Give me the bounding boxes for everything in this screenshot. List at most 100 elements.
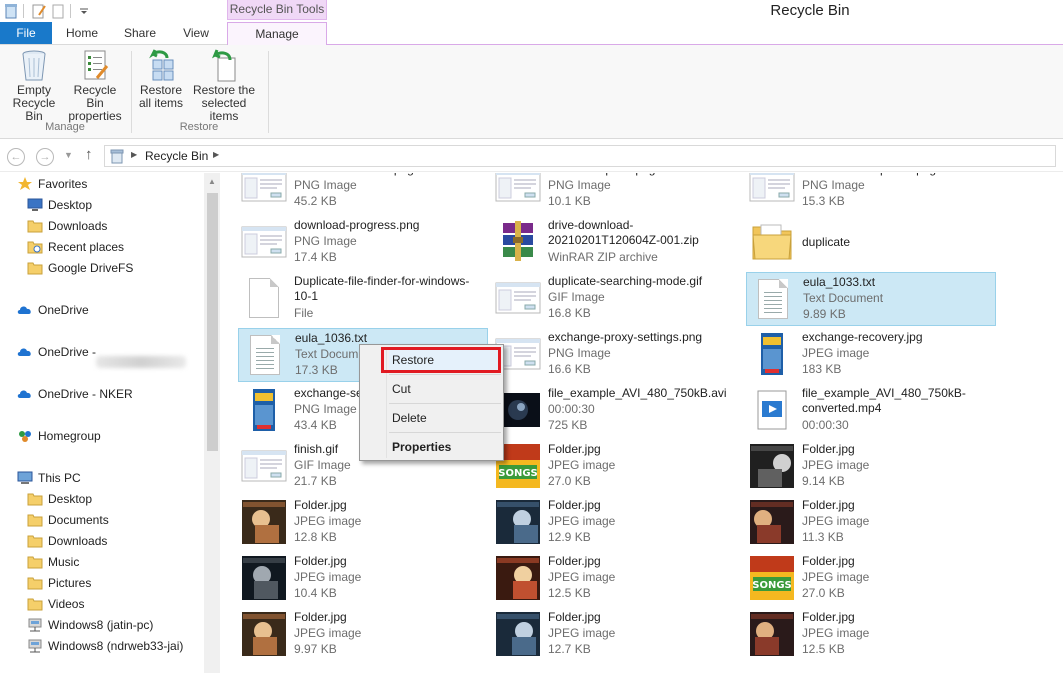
- file-item[interactable]: drive-download-20210201T120604Z-001.zip W…: [492, 216, 742, 270]
- nav-item-label: Pictures: [48, 576, 92, 590]
- file-thumbnail-screenshot-icon: [749, 173, 795, 209]
- restore-selected-items-button[interactable]: Restore the selected items: [186, 48, 262, 123]
- nav-item-downloads[interactable]: Downloads: [0, 531, 204, 551]
- file-item[interactable]: download-progress.png PNG Image 17.4 KB: [238, 216, 488, 270]
- scrollbar-thumb[interactable]: [207, 193, 218, 451]
- nav-item-documents[interactable]: Documents: [0, 510, 204, 530]
- recent-locations-dropdown-icon[interactable]: ▼: [64, 150, 73, 160]
- breadcrumb-recycle-bin[interactable]: Recycle Bin: [145, 149, 208, 163]
- file-type: JPEG image: [802, 458, 870, 472]
- file-type: 00:00:30: [548, 402, 595, 416]
- tab-manage[interactable]: Manage: [227, 22, 327, 45]
- tab-home[interactable]: Home: [56, 22, 108, 45]
- nav-item-favorites[interactable]: Favorites: [0, 174, 204, 194]
- recycle-bin-small-icon[interactable]: [3, 3, 19, 19]
- file-thumbnail-winrar-icon: [495, 219, 541, 265]
- forward-arrow-icon: →: [39, 151, 51, 163]
- file-item[interactable]: Folder.jpg JPEG image 12.9 KB: [492, 496, 742, 550]
- empty-recycle-bin-button[interactable]: Empty Recycle Bin: [4, 48, 64, 123]
- file-item[interactable]: Folder.jpg JPEG image 12.8 KB: [238, 496, 488, 550]
- file-type: JPEG image: [294, 626, 362, 640]
- nav-item-homegroup[interactable]: Homegroup: [0, 426, 204, 446]
- file-name: Folder.jpg: [294, 498, 347, 512]
- recycle-bin-properties-button[interactable]: Recycle Bin properties: [64, 48, 126, 123]
- file-name: Folder.jpg: [294, 554, 347, 568]
- file-name: Folder.jpg: [802, 610, 855, 624]
- ribbon-tab-bar: File Home Share View Manage: [0, 22, 1063, 45]
- folder-icon: [27, 576, 43, 590]
- nav-item-windows8-ndrweb33-jai[interactable]: Windows8 (ndrweb33-jai): [0, 636, 204, 656]
- address-bar[interactable]: ▶ Recycle Bin ▶: [104, 145, 1056, 167]
- file-thumbnail-blue-box-icon: [749, 331, 795, 377]
- file-item[interactable]: duplicate: [746, 216, 996, 270]
- file-item[interactable]: Folder.jpg JPEG image 12.5 KB: [492, 552, 742, 606]
- file-item[interactable]: Folder.jpg JPEG image 9.14 KB: [746, 440, 996, 494]
- file-item[interactable]: Folder.jpg JPEG image 12.7 KB: [492, 608, 742, 662]
- file-type: WinRAR ZIP archive: [548, 250, 658, 264]
- file-item[interactable]: Duplicate-file-finder-for-windows-10-1 Fi…: [238, 272, 488, 326]
- nav-item-label: OneDrive - NKER: [38, 387, 133, 401]
- scroll-up-icon[interactable]: ▲: [208, 177, 216, 186]
- file-list-view: domino-to-office-4.pngPNG Image45.2 KBdo…: [221, 173, 1063, 673]
- file-item[interactable]: download-completed.pngPNG Image 15.3 KB: [746, 173, 996, 214]
- properties-small-icon[interactable]: [31, 3, 47, 19]
- context-menu-cut[interactable]: Cut: [389, 378, 501, 400]
- tab-view[interactable]: View: [170, 22, 222, 45]
- nav-item-pictures[interactable]: Pictures: [0, 573, 204, 593]
- nav-item-this-pc[interactable]: This PC: [0, 468, 204, 488]
- file-item[interactable]: Folder.jpg JPEG image 10.4 KB: [238, 552, 488, 606]
- nav-item-recent-places[interactable]: Recent places: [0, 237, 204, 257]
- breadcrumb-chevron-icon[interactable]: ▶: [213, 150, 219, 159]
- file-item[interactable]: SONGS Folder.jpg JPEG image 27.0 KB: [492, 440, 742, 494]
- folder-icon: [27, 219, 43, 233]
- navigation-pane-scrollbar[interactable]: ▲: [204, 173, 220, 673]
- svg-text:SONGS: SONGS: [498, 468, 537, 479]
- quick-access-toolbar: [0, 0, 94, 22]
- file-item[interactable]: exchange-recovery.jpg JPEG image 183 KB: [746, 328, 996, 382]
- back-button[interactable]: ←: [7, 148, 25, 166]
- up-arrow-icon[interactable]: ↑: [85, 146, 93, 163]
- folder-icon: [27, 261, 43, 275]
- file-item[interactable]: domino-to-office-4.pngPNG Image 45.2 KB: [238, 173, 488, 214]
- tab-share[interactable]: Share: [113, 22, 167, 45]
- nav-item-onedrive[interactable]: OneDrive: [0, 300, 204, 320]
- nav-item-label: Videos: [48, 597, 85, 611]
- file-item[interactable]: duplicate-searching-mode.gif GIF Image 16.…: [492, 272, 742, 326]
- file-item[interactable]: Folder.jpg JPEG image 12.5 KB: [746, 608, 996, 662]
- file-type: PNG Image: [294, 178, 357, 192]
- file-type: 00:00:30: [802, 418, 849, 432]
- restore-all-items-button[interactable]: Restore all items: [136, 48, 186, 110]
- nav-item-google-drivefs[interactable]: Google DriveFS: [0, 258, 204, 278]
- file-item[interactable]: SONGS Folder.jpg JPEG image 27.0 KB: [746, 552, 996, 606]
- file-item[interactable]: exchange-proxy-settings.png PNG Image 16.6…: [492, 328, 742, 382]
- file-name: Folder.jpg: [548, 554, 601, 568]
- nav-item-onedrive-nker[interactable]: OneDrive - NKER: [0, 384, 204, 404]
- file-item[interactable]: file_example_AVI_480_750kB-converted.mp4…: [746, 384, 996, 438]
- file-item[interactable]: domino-to-pst-3.pngPNG Image 10.1 KB: [492, 173, 742, 214]
- customize-toolbar-icon[interactable]: [78, 3, 94, 19]
- nav-item-desktop[interactable]: Desktop: [0, 489, 204, 509]
- nav-item-videos[interactable]: Videos: [0, 594, 204, 614]
- file-item[interactable]: file_example_AVI_480_750kB.avi 00:00:30 72…: [492, 384, 742, 438]
- forward-button[interactable]: →: [36, 148, 54, 166]
- file-size: 12.5 KB: [802, 642, 845, 656]
- file-item[interactable]: Folder.jpg JPEG image 9.97 KB: [238, 608, 488, 662]
- file-name: Folder.jpg: [548, 610, 601, 624]
- file-size: 9.14 KB: [802, 474, 845, 488]
- nav-item-music[interactable]: Music: [0, 552, 204, 572]
- file-thumbnail-photo-icon: [495, 499, 541, 545]
- new-folder-small-icon[interactable]: [50, 3, 66, 19]
- nav-item-downloads[interactable]: Downloads: [0, 216, 204, 236]
- nav-item-windows8-jatin-pc[interactable]: Windows8 (jatin-pc): [0, 615, 204, 635]
- tab-file[interactable]: File: [0, 22, 52, 45]
- breadcrumb-chevron-icon[interactable]: ▶: [131, 150, 137, 159]
- file-item[interactable]: eula_1033.txt Text Document 9.89 KB: [746, 272, 996, 326]
- file-size: 12.7 KB: [548, 642, 591, 656]
- file-thumbnail-text-icon: [242, 332, 288, 378]
- context-menu-properties[interactable]: Properties: [389, 436, 501, 458]
- file-type: JPEG image: [294, 514, 362, 528]
- context-menu-delete[interactable]: Delete: [389, 407, 501, 429]
- nav-item-desktop[interactable]: Desktop: [0, 195, 204, 215]
- file-item[interactable]: Folder.jpg JPEG image 11.3 KB: [746, 496, 996, 550]
- file-type: PNG Image: [548, 178, 611, 192]
